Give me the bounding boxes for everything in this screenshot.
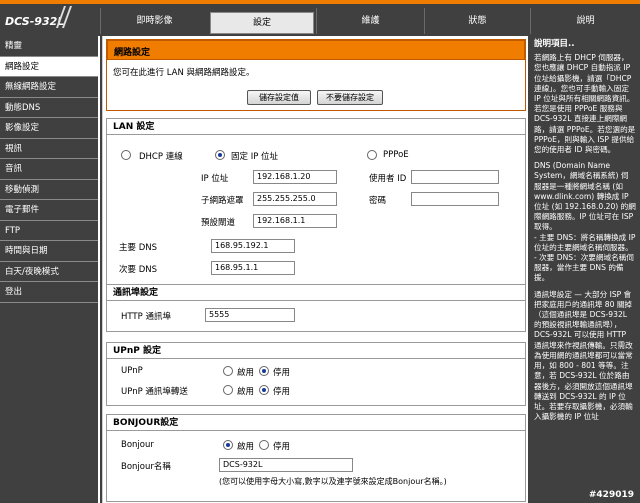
dhcp-label: DHCP 連線 [139,152,183,162]
network-header-bar: 網路設定 [107,40,525,60]
bonjour-enable-radio[interactable] [223,440,233,450]
secondary-dns-label: 次要 DNS [119,265,158,275]
lan-section-title: LAN 設定 [107,119,525,135]
upnp-forward-disable-label: 停用 [273,387,291,397]
password-input[interactable] [411,192,499,206]
upnp-section-body: UPnP 啟用 停用 UPnP 通訊埠轉送 啟用 停用 [107,359,525,405]
sidebar-item-time[interactable]: 時間與日期 [0,241,98,262]
secondary-dns-input[interactable]: 168.95.1.1 [211,261,295,275]
static-ip-label: 固定 IP 位址 [231,152,279,162]
help-primary-dns-text: - 主要 DNS：將名稱轉換成 IP 位址的主要網域名稱伺服器。 [534,232,636,252]
bonjour-settings-section: BONJOUR設定 Bonjour 啟用 停用 Bonjour名稱 DCS-93… [106,414,526,502]
upnp-disable-radio[interactable] [259,366,269,376]
ip-address-input[interactable]: 192.168.1.20 [253,170,337,184]
network-header-body: 您可在此進行 LAN 與網路網路設定。 儲存設定值 不要儲存設定 [107,60,525,110]
sidebar-item-audio[interactable]: 音訊 [0,159,98,180]
save-button[interactable]: 儲存設定值 [247,90,311,105]
http-port-label: HTTP 通訊埠 [121,312,171,322]
ip-address-label: IP 位址 [201,174,229,184]
bonjour-enable-label: 啟用 [237,442,255,452]
password-label: 密碼 [369,196,387,206]
sidebar-item-video[interactable]: 視訊 [0,139,98,159]
page-title: 網路設定 [114,48,151,58]
upnp-settings-section: UPnP 設定 UPnP 啟用 停用 UPnP 通訊埠轉送 啟用 停用 [106,342,526,406]
upnp-forward-label: UPnP 通訊埠轉送 [121,387,188,397]
tab-live-video[interactable]: 即時影像 [100,8,208,34]
primary-dns-label: 主要 DNS [119,243,158,253]
port-section-title: 通訊埠設定 [107,285,525,301]
dhcp-radio[interactable] [121,150,131,160]
help-panel: 說明項目.. 若網路上有 DHCP 伺服器，您也應讓 DHCP 自動指派 IP … [530,36,640,503]
upnp-section-title: UPnP 設定 [107,343,525,359]
port-settings-section: 通訊埠設定 HTTP 通訊埠 5555 [106,284,526,332]
help-dns-text: DNS (Domain Name System，網域名稱系統) 伺服器是一種將網… [534,161,636,232]
main-panel: 網路設定 您可在此進行 LAN 與網路網路設定。 儲存設定值 不要儲存設定 LA… [102,36,528,503]
gateway-label: 預設閘道 [201,218,236,228]
pppoe-radio[interactable] [367,150,377,160]
http-port-input[interactable]: 5555 [205,308,295,322]
top-accent-strip [0,0,640,4]
port-section-body: HTTP 通訊埠 5555 [107,301,525,331]
page-description: 您可在此進行 LAN 與網路網路設定。 [113,68,255,78]
help-network-text: 若網路上有 DHCP 伺服器，您也應讓 DHCP 自動指派 IP 位址給攝影機，… [534,53,636,155]
sidebar-item-wireless[interactable]: 無線網路設定 [0,77,98,98]
dont-save-button[interactable]: 不要儲存設定 [317,90,383,105]
sidebar-item-ddns[interactable]: 動態DNS [0,98,98,118]
upnp-label: UPnP [121,366,143,376]
top-bar: DCS-932L 即時影像 設定 維護 狀態 說明 [0,0,640,36]
user-id-input[interactable] [411,170,499,184]
sidebar-item-image[interactable]: 影像設定 [0,118,98,139]
upnp-forward-enable-label: 啟用 [237,387,255,397]
sidebar-item-wizard[interactable]: 精靈 [0,36,98,57]
pppoe-label: PPPoE [383,150,409,160]
network-settings-section: 網路設定 您可在此進行 LAN 與網路網路設定。 儲存設定值 不要儲存設定 [106,39,526,111]
bonjour-name-note: (您可以使用字母大小寫,數字以及連字號來設定成Bonjour名稱。) [219,477,447,486]
static-ip-radio[interactable] [215,150,225,160]
bonjour-section-body: Bonjour 啟用 停用 Bonjour名稱 DCS-932L (您可以使用字… [107,431,525,501]
sidebar-item-logout[interactable]: 登出 [0,282,98,303]
primary-dns-input[interactable]: 168.95.192.1 [211,239,295,253]
upnp-forward-disable-radio[interactable] [259,385,269,395]
sidebar: 精靈 網路設定 無線網路設定 動態DNS 影像設定 視訊 音訊 移動偵測 電子郵… [0,36,100,503]
upnp-forward-enable-radio[interactable] [223,385,233,395]
user-id-label: 使用者 ID [369,174,407,184]
image-watermark: #429019 [588,490,634,500]
sidebar-item-daynight[interactable]: 白天/夜晚模式 [0,262,98,282]
subnet-mask-input[interactable]: 255.255.255.0 [253,192,337,206]
sidebar-item-ftp[interactable]: FTP [0,221,98,241]
bonjour-name-input[interactable]: DCS-932L [219,458,353,472]
sidebar-item-network[interactable]: 網路設定 [0,56,98,77]
upnp-disable-label: 停用 [273,368,291,378]
bonjour-disable-radio[interactable] [259,440,269,450]
help-title: 說明項目.. [534,39,575,49]
subnet-mask-label: 子網路遮罩 [201,196,244,206]
help-port-text: 通訊埠設定 — 大部分 ISP 會把家庭用戶的通訊埠 80 關掉（這個通訊埠是 … [534,289,633,422]
bonjour-name-label: Bonjour名稱 [121,462,171,472]
tab-maintenance[interactable]: 維護 [316,8,424,34]
tab-help[interactable]: 說明 [530,8,640,34]
bonjour-disable-label: 停用 [273,442,291,452]
sidebar-item-motion[interactable]: 移動偵測 [0,180,98,200]
sidebar-item-email[interactable]: 電子郵件 [0,200,98,221]
tab-setup[interactable]: 設定 [210,12,314,34]
help-secondary-dns-text: - 次要 DNS：次要網域名稱伺服器，當作主要 DNS 的備援。 [534,253,634,283]
tab-status[interactable]: 狀態 [424,8,530,34]
upnp-enable-label: 啟用 [237,368,255,378]
brand-logo: DCS-932L [0,8,100,36]
bonjour-section-title: BONJOUR設定 [107,415,525,431]
upnp-enable-radio[interactable] [223,366,233,376]
bonjour-label: Bonjour [121,440,154,450]
gateway-input[interactable]: 192.168.1.1 [253,214,337,228]
